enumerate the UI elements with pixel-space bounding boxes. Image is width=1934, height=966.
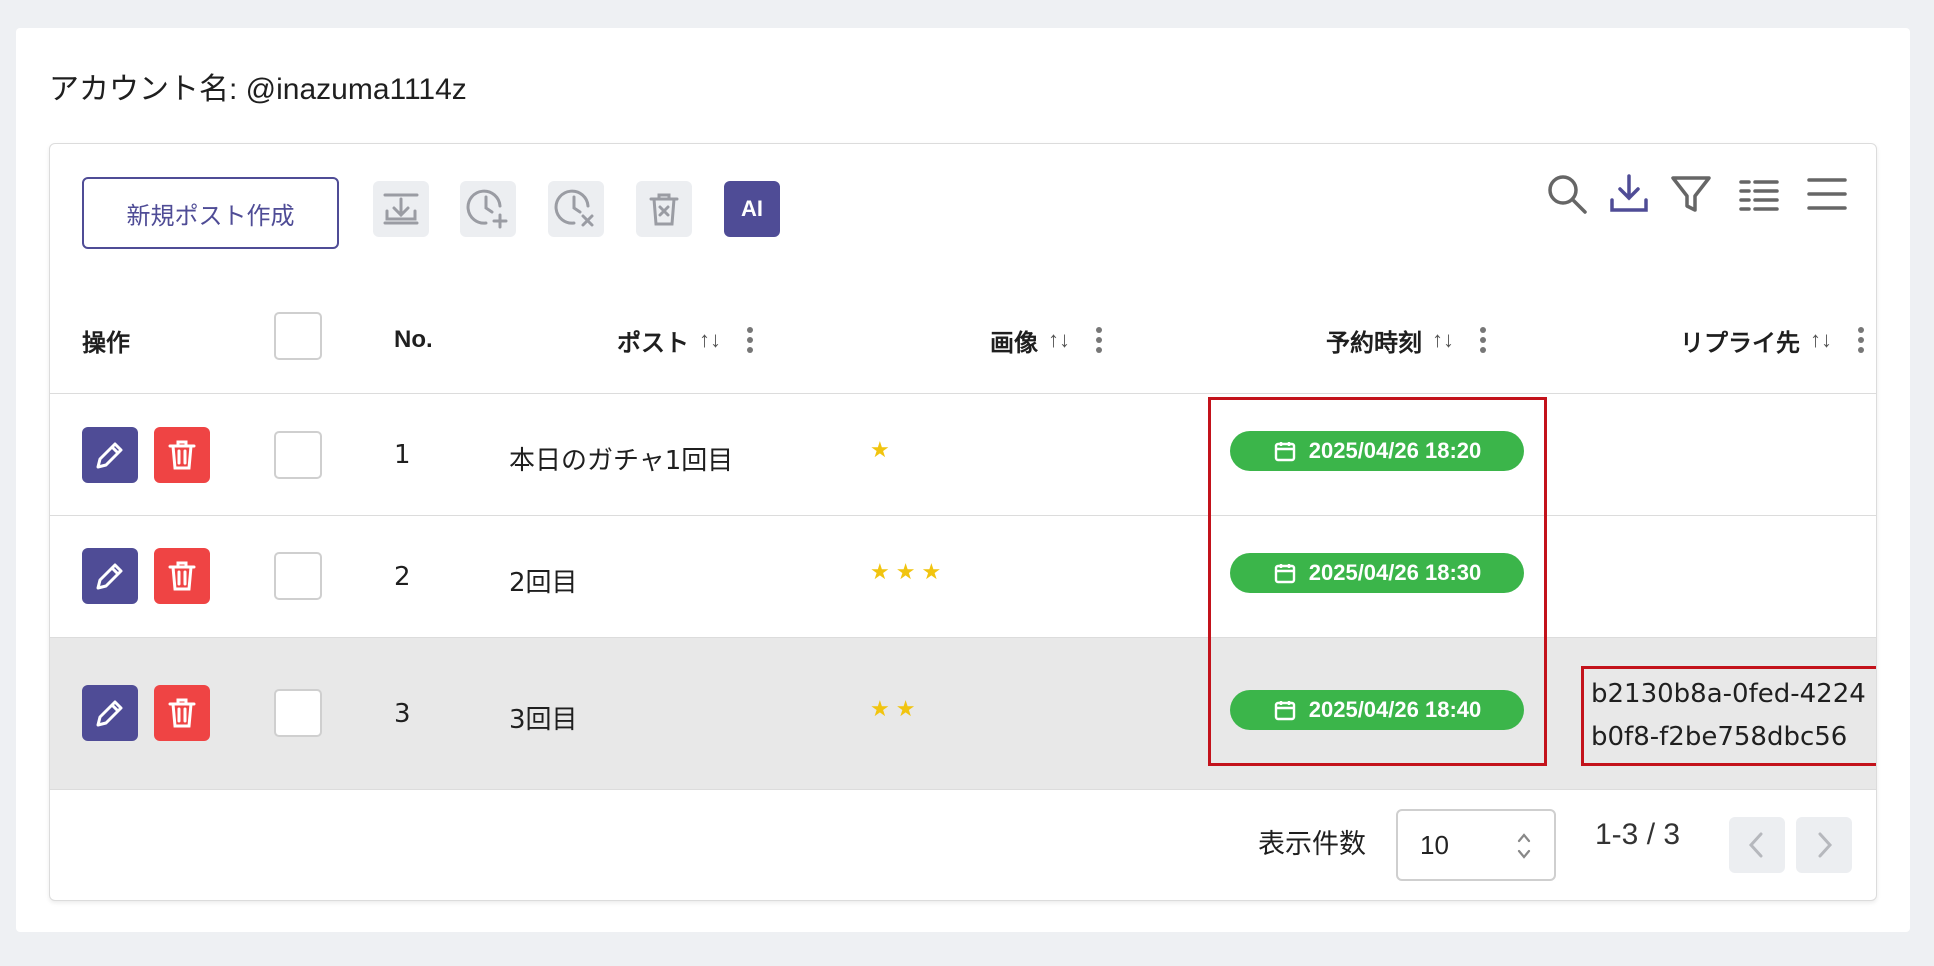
- col-post[interactable]: ポスト ↑↓: [617, 313, 753, 367]
- sort-icon[interactable]: ↑↓: [1810, 327, 1832, 353]
- next-page-button[interactable]: [1796, 817, 1852, 873]
- row-post: 2回目: [509, 568, 578, 598]
- pagination-range: 1-3 / 3: [1595, 818, 1681, 851]
- edit-button[interactable]: [82, 548, 138, 604]
- highlight-box-scheduled: [1208, 397, 1547, 766]
- edit-button[interactable]: [82, 685, 138, 741]
- col-post-label: ポスト: [617, 329, 689, 357]
- row-checkbox[interactable]: [274, 431, 322, 479]
- sort-icon[interactable]: ↑↓: [1048, 327, 1070, 353]
- delete-button[interactable]: [154, 427, 210, 483]
- col-scheduled-label: 予約時刻: [1326, 329, 1422, 357]
- schedule-add-icon[interactable]: [460, 181, 516, 237]
- chevron-updown-icon: [1516, 831, 1532, 863]
- col-image[interactable]: 画像 ↑↓: [990, 313, 1102, 367]
- col-actions: 操作: [82, 329, 130, 357]
- col-image-label: 画像: [990, 329, 1038, 357]
- chevron-left-icon: [1748, 832, 1763, 858]
- rows-per-page-label: 表示件数: [1258, 829, 1366, 860]
- ai-button[interactable]: AI: [724, 181, 780, 237]
- sort-icon[interactable]: ↑↓: [699, 327, 721, 353]
- delete-button[interactable]: [154, 548, 210, 604]
- density-icon[interactable]: [1737, 172, 1781, 216]
- table-row[interactable]: [50, 394, 1876, 515]
- row-divider: [50, 789, 1876, 790]
- select-all-checkbox[interactable]: [274, 312, 322, 360]
- row-no: 2: [394, 562, 411, 592]
- sort-icon[interactable]: ↑↓: [1432, 327, 1454, 353]
- image-thumbnails: ★: [870, 437, 896, 462]
- menu-icon[interactable]: [1805, 172, 1849, 216]
- col-reply[interactable]: リプライ先 ↑↓: [1680, 313, 1864, 367]
- col-reply-label: リプライ先: [1680, 329, 1800, 357]
- edit-button[interactable]: [82, 427, 138, 483]
- filter-icon[interactable]: [1669, 172, 1713, 216]
- row-checkbox[interactable]: [274, 689, 322, 737]
- rows-per-page-value: 10: [1420, 829, 1449, 860]
- image-thumbnails: ★★★: [870, 559, 948, 584]
- posts-table: 新規ポスト作成 AI 操作 No. ポスト ↑↓ 画像 ↑↓ 予約時刻 ↑↓ リ…: [49, 143, 1877, 901]
- account-name: アカウント名: @inazuma1114z: [49, 73, 467, 106]
- rows-per-page-select[interactable]: 10: [1396, 809, 1556, 881]
- delete-button[interactable]: [154, 685, 210, 741]
- row-post: 本日のガチャ1回目: [509, 446, 734, 476]
- col-no[interactable]: No.: [394, 313, 433, 367]
- row-checkbox[interactable]: [274, 552, 322, 600]
- new-post-button[interactable]: 新規ポスト作成: [82, 177, 339, 249]
- column-menu-icon[interactable]: [747, 327, 753, 353]
- delete-selected-icon[interactable]: [636, 181, 692, 237]
- prev-page-button[interactable]: [1729, 817, 1785, 873]
- search-icon[interactable]: [1545, 172, 1589, 216]
- column-menu-icon[interactable]: [1858, 327, 1864, 353]
- import-icon[interactable]: [373, 181, 429, 237]
- chevron-right-icon: [1818, 832, 1833, 858]
- column-menu-icon[interactable]: [1096, 327, 1102, 353]
- col-scheduled[interactable]: 予約時刻 ↑↓: [1326, 313, 1486, 367]
- schedule-cancel-icon[interactable]: [548, 181, 604, 237]
- row-no: 3: [394, 699, 411, 729]
- highlight-box-reply: [1581, 666, 1876, 766]
- table-row[interactable]: [50, 516, 1876, 637]
- column-menu-icon[interactable]: [1480, 327, 1486, 353]
- download-icon[interactable]: [1607, 172, 1651, 216]
- row-no: 1: [394, 440, 411, 470]
- row-post: 3回目: [509, 705, 578, 735]
- image-thumbnails: ★★: [870, 696, 922, 721]
